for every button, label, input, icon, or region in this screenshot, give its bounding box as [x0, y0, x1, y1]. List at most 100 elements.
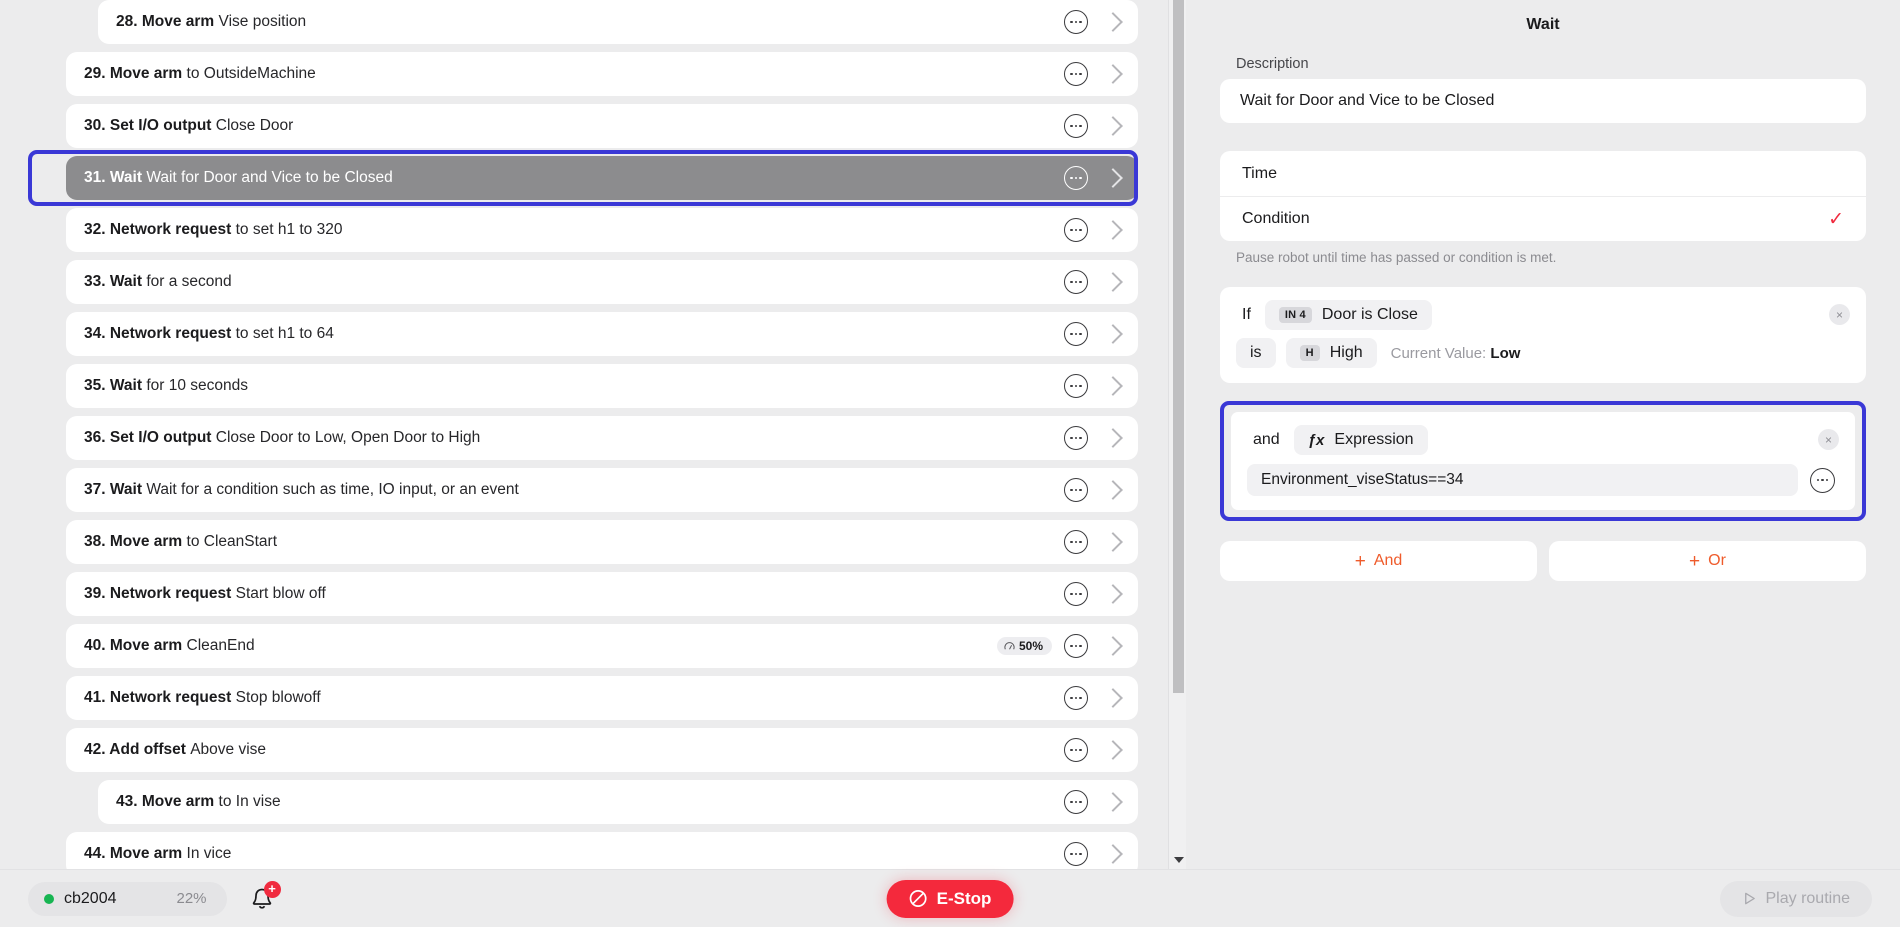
- speed-gauge-icon: [1004, 641, 1015, 649]
- condition-operator-chip[interactable]: is: [1236, 338, 1276, 368]
- chevron-right-icon[interactable]: [1103, 792, 1123, 812]
- chevron-right-icon[interactable]: [1103, 480, 1123, 500]
- chevron-right-icon[interactable]: [1103, 272, 1123, 292]
- add-and-label: And: [1373, 552, 1403, 569]
- current-value-readout: Current Value: Low: [1391, 345, 1521, 362]
- condition-group: If IN 4 Door is Close is H High Current …: [1220, 287, 1866, 521]
- condition-io-chip[interactable]: IN 4 Door is Close: [1264, 300, 1432, 330]
- step-more-button[interactable]: [1064, 530, 1088, 554]
- chevron-right-icon[interactable]: [1103, 116, 1123, 136]
- routine-step-label: 36. Set I/O output Close Door to Low, Op…: [84, 429, 481, 446]
- chevron-right-icon[interactable]: [1103, 740, 1123, 760]
- routine-step-row[interactable]: 36. Set I/O output Close Door to Low, Op…: [66, 416, 1138, 460]
- step-speed-label: 50%: [1018, 639, 1043, 653]
- chevron-right-icon[interactable]: [1103, 584, 1123, 604]
- routine-step-row[interactable]: 32. Network request to set h1 to 320: [66, 208, 1138, 252]
- e-stop-button[interactable]: E-Stop: [886, 879, 1014, 918]
- step-more-button[interactable]: [1064, 738, 1088, 762]
- chevron-right-icon[interactable]: [1103, 428, 1123, 448]
- notifications-button[interactable]: +: [249, 880, 281, 914]
- chevron-right-icon[interactable]: [1103, 532, 1123, 552]
- add-and-button[interactable]: + And: [1220, 541, 1537, 581]
- routine-step-label: 42. Add offset Above vise: [84, 741, 267, 758]
- routine-scrollbar[interactable]: [1168, 0, 1186, 869]
- routine-step-row[interactable]: 39. Network request Start blow off: [66, 572, 1138, 616]
- remove-condition-and-button[interactable]: ×: [1818, 429, 1839, 450]
- step-more-button[interactable]: [1064, 270, 1088, 294]
- plus-icon: +: [1689, 550, 1701, 572]
- routine-step-row[interactable]: 34. Network request to set h1 to 64: [66, 312, 1138, 356]
- scroll-down-arrow-icon[interactable]: [1174, 857, 1184, 863]
- routine-step-row[interactable]: 31. Wait Wait for Door and Vice to be Cl…: [66, 156, 1138, 200]
- step-speed-pill[interactable]: 50%: [996, 637, 1052, 655]
- chevron-right-icon[interactable]: [1103, 844, 1123, 864]
- routine-step-label: 30. Set I/O output Close Door: [84, 117, 294, 134]
- step-more-button[interactable]: [1064, 686, 1088, 710]
- scrollbar-thumb[interactable]: [1173, 0, 1184, 693]
- routine-step-label: 32. Network request to set h1 to 320: [84, 221, 343, 238]
- routine-step-row[interactable]: 33. Wait for a second: [66, 260, 1138, 304]
- step-more-button[interactable]: [1064, 790, 1088, 814]
- chevron-right-icon[interactable]: [1103, 12, 1123, 32]
- chevron-right-icon[interactable]: [1103, 376, 1123, 396]
- wait-mode-hint: Pause robot until time has passed or con…: [1236, 250, 1557, 265]
- step-more-button[interactable]: [1064, 322, 1088, 346]
- condition-value-chip[interactable]: H High: [1285, 338, 1377, 368]
- routine-step-row[interactable]: 40. Move arm CleanEnd 50%: [66, 624, 1138, 668]
- step-more-button[interactable]: [1064, 842, 1088, 866]
- chevron-right-icon[interactable]: [1103, 636, 1123, 656]
- step-more-button[interactable]: [1064, 114, 1088, 138]
- routine-step-row[interactable]: 44. Move arm In vice: [66, 832, 1138, 869]
- play-routine-button[interactable]: Play routine: [1719, 880, 1872, 917]
- expression-more-button[interactable]: [1810, 467, 1835, 493]
- chevron-right-icon[interactable]: [1103, 64, 1123, 84]
- routine-step-row[interactable]: 42. Add offset Above vise: [66, 728, 1138, 772]
- function-icon: ƒx: [1307, 431, 1325, 449]
- expression-chip-label: Expression: [1334, 431, 1414, 448]
- step-more-button[interactable]: [1064, 478, 1088, 502]
- routine-step-row[interactable]: 37. Wait Wait for a condition such as ti…: [66, 468, 1138, 512]
- wait-mode-condition[interactable]: Condition ✓: [1220, 196, 1866, 241]
- chevron-right-icon[interactable]: [1103, 168, 1123, 188]
- robot-status-pill[interactable]: cb2004 22%: [28, 881, 227, 916]
- routine-step-row[interactable]: 43. Move arm to In vise: [98, 780, 1138, 824]
- routine-step-row[interactable]: 29. Move arm to OutsideMachine: [66, 52, 1138, 96]
- expression-row: Environment_viseStatus==34: [1247, 464, 1839, 496]
- step-more-button[interactable]: [1064, 374, 1088, 398]
- description-label: Description: [1236, 56, 1309, 72]
- routine-step-label: 29. Move arm to OutsideMachine: [84, 65, 316, 82]
- step-more-button[interactable]: [1064, 218, 1088, 242]
- routine-step-row[interactable]: 30. Set I/O output Close Door: [66, 104, 1138, 148]
- routine-step-label: 43. Move arm to In vise: [116, 793, 281, 810]
- add-or-label: Or: [1708, 552, 1726, 569]
- routine-step-row[interactable]: 35. Wait for 10 seconds: [66, 364, 1138, 408]
- description-input[interactable]: Wait for Door and Vice to be Closed: [1220, 79, 1866, 123]
- step-more-button[interactable]: [1064, 166, 1088, 190]
- routine-step-label: 44. Move arm In vice: [84, 845, 232, 862]
- routine-step-row[interactable]: 38. Move arm to CleanStart: [66, 520, 1138, 564]
- step-more-button[interactable]: [1064, 10, 1088, 34]
- expression-type-chip[interactable]: ƒx Expression: [1293, 425, 1428, 455]
- condition-row-if: If IN 4 Door is Close is H High Current …: [1220, 287, 1866, 383]
- chevron-right-icon[interactable]: [1103, 324, 1123, 344]
- step-more-button[interactable]: [1064, 582, 1088, 606]
- add-or-button[interactable]: + Or: [1549, 541, 1866, 581]
- expression-input[interactable]: Environment_viseStatus==34: [1247, 464, 1798, 496]
- routine-step-row[interactable]: 28. Move arm Vise position: [98, 0, 1138, 44]
- e-stop-icon: [909, 890, 927, 907]
- routine-step-label: 38. Move arm to CleanStart: [84, 533, 277, 550]
- step-more-button[interactable]: [1064, 634, 1088, 658]
- step-more-button[interactable]: [1064, 62, 1088, 86]
- wait-mode-time[interactable]: Time: [1220, 151, 1866, 196]
- routine-step-label: 35. Wait for 10 seconds: [84, 377, 248, 394]
- chevron-right-icon[interactable]: [1103, 688, 1123, 708]
- e-stop-label: E-Stop: [936, 888, 992, 908]
- condition-keyword-if: If: [1242, 306, 1251, 323]
- robot-name-group: cb2004: [44, 890, 117, 908]
- step-more-button[interactable]: [1064, 426, 1088, 450]
- chevron-right-icon[interactable]: [1103, 220, 1123, 240]
- routine-step-row[interactable]: 41. Network request Stop blowoff: [66, 676, 1138, 720]
- status-bar: cb2004 22% + E-Stop Play routine: [0, 869, 1900, 927]
- remove-condition-if-button[interactable]: ×: [1829, 304, 1850, 325]
- condition-and-line: and ƒx Expression: [1247, 424, 1839, 456]
